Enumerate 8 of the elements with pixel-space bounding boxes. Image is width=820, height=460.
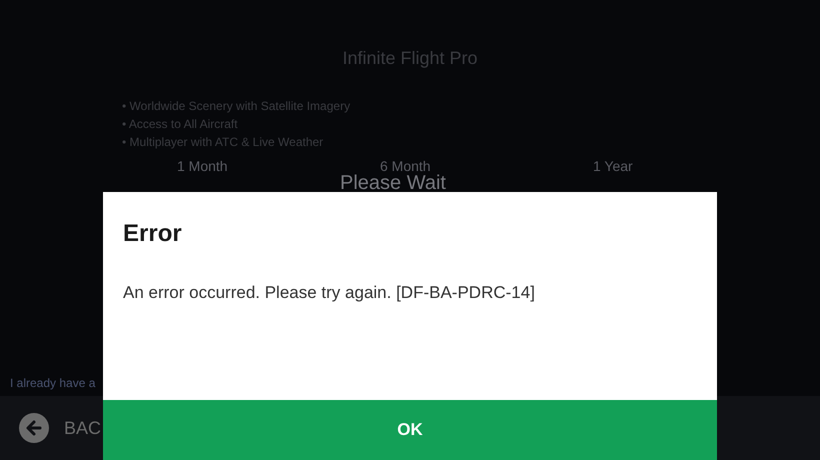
plan-label: 6 Month	[380, 157, 431, 174]
dialog-title: Error	[123, 219, 183, 249]
dialog-message: An error occurred. Please try again. [DF-BA-PDRC-14]	[123, 282, 536, 304]
ok-button[interactable]: OK	[103, 400, 717, 460]
plan-label: 1 Year	[593, 157, 633, 176]
back-button[interactable]: BAC	[64, 414, 102, 442]
loading-text: Please Wait	[340, 173, 446, 193]
plan-label: 1 Month	[177, 157, 228, 176]
